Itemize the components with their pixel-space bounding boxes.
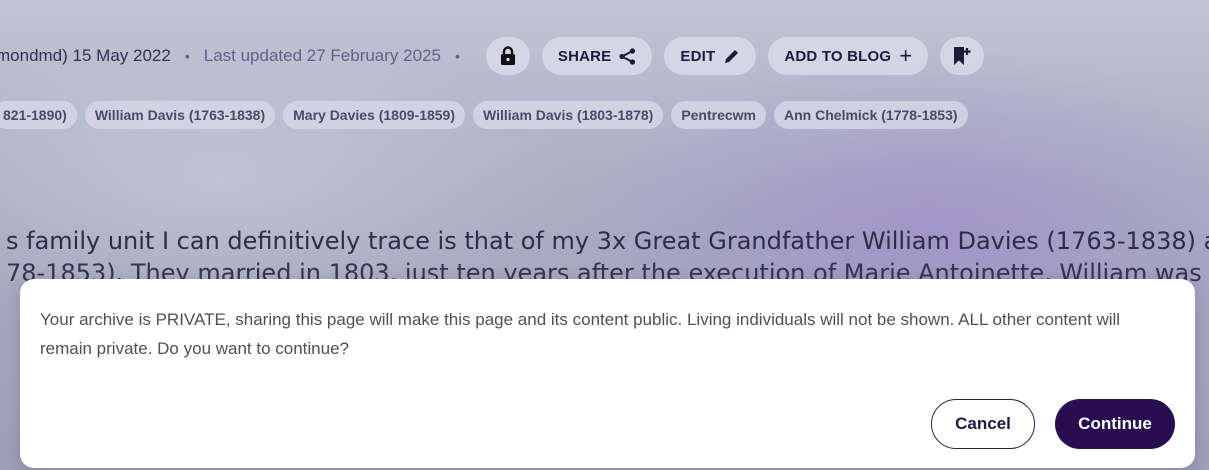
- lock-icon: [500, 46, 515, 65]
- tag-list: 821-1890) William Davis (1763-1838) Mary…: [0, 101, 976, 129]
- share-confirm-dialog: Your archive is PRIVATE, sharing this pa…: [20, 279, 1195, 468]
- tag-chip[interactable]: William Davis (1763-1838): [84, 101, 276, 129]
- add-to-blog-button[interactable]: ADD TO BLOG +: [768, 37, 929, 75]
- post-meta-row: mondmd) 15 May 2022 • Last updated 27 Fe…: [0, 36, 1209, 76]
- last-updated: Last updated 27 February 2025: [203, 46, 441, 65]
- meta-separator: •: [184, 48, 190, 64]
- share-icon: [619, 47, 636, 65]
- share-label: SHARE: [557, 47, 612, 65]
- edit-button[interactable]: EDIT: [664, 37, 757, 75]
- tag-chip[interactable]: Mary Davies (1809-1859): [283, 101, 466, 129]
- bookmark-plus-icon: [954, 47, 971, 65]
- cancel-button[interactable]: Cancel: [931, 399, 1035, 449]
- tag-chip[interactable]: Pentrecwm: [671, 101, 767, 129]
- tag-chip[interactable]: William Davis (1803-1878): [473, 101, 664, 129]
- article-line: s family unit I can definitively trace i…: [6, 227, 1209, 255]
- dialog-message: Your archive is PRIVATE, sharing this pa…: [40, 310, 1121, 358]
- plus-icon: +: [899, 43, 913, 68]
- author-date: mondmd) 15 May 2022: [0, 46, 171, 65]
- tag-chip[interactable]: 821-1890): [0, 101, 77, 129]
- pencil-icon: [723, 48, 740, 65]
- bookmark-button[interactable]: [940, 37, 985, 75]
- continue-button[interactable]: Continue: [1055, 399, 1175, 449]
- edit-label: EDIT: [680, 47, 716, 65]
- meta-separator: •: [454, 48, 460, 64]
- share-button[interactable]: SHARE: [541, 37, 653, 75]
- tag-chip[interactable]: Ann Chelmick (1778-1853): [774, 101, 968, 129]
- privacy-lock-button[interactable]: [485, 37, 530, 75]
- add-to-blog-label: ADD TO BLOG: [784, 47, 892, 65]
